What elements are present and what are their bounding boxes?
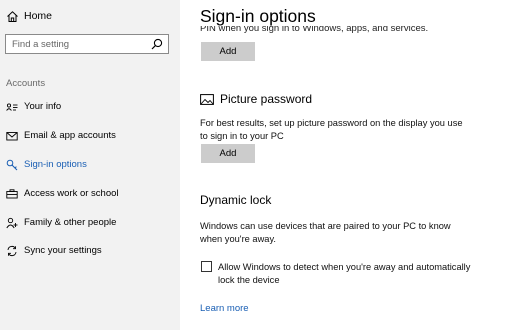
- sidebar-item-access-work-school[interactable]: Access work or school: [0, 184, 180, 206]
- pin-description-clipped: PIN when you sign in to Windows, apps, a…: [200, 26, 429, 34]
- person-card-icon: [6, 103, 18, 111]
- picture-password-heading: Picture password: [220, 92, 313, 106]
- picture-password-add-button[interactable]: Add: [201, 144, 255, 163]
- picture-password-description: For best results, set up picture passwor…: [200, 118, 463, 141]
- sidebar-item-label: Sync your settings: [24, 245, 102, 256]
- sidebar-item-sign-in-options[interactable]: Sign-in options: [0, 155, 180, 177]
- home-link[interactable]: Home: [0, 7, 180, 27]
- sidebar-item-sync-settings[interactable]: Sync your settings: [0, 241, 180, 263]
- page-title: Sign-in options: [200, 6, 316, 26]
- key-icon: [6, 159, 18, 171]
- home-icon: [7, 11, 18, 22]
- search-input[interactable]: [12, 37, 142, 51]
- person-add-icon: [6, 217, 18, 229]
- email-icon: [6, 132, 18, 141]
- dynamic-lock-checkbox-label[interactable]: Allow Windows to detect when you're away…: [218, 261, 488, 286]
- sidebar-item-label: Sign-in options: [24, 159, 87, 170]
- accounts-section-heading: Accounts: [6, 78, 46, 89]
- dynamic-lock-description: Windows can use devices that are paired …: [200, 221, 451, 244]
- dynamic-lock-heading: Dynamic lock: [200, 193, 272, 207]
- dynamic-lock-checkbox[interactable]: [201, 261, 212, 272]
- home-label: Home: [24, 10, 53, 22]
- sidebar-item-your-info[interactable]: Your info: [0, 97, 180, 119]
- sidebar-item-family-other-people[interactable]: Family & other people: [0, 213, 180, 235]
- pin-add-button[interactable]: Add: [201, 42, 255, 61]
- learn-more-link[interactable]: Learn more: [200, 303, 249, 314]
- sidebar-item-label: Access work or school: [24, 188, 119, 199]
- sidebar: Home Accounts Your info Email & app acco…: [0, 0, 180, 330]
- sidebar-item-label: Email & app accounts: [24, 130, 116, 141]
- briefcase-icon: [6, 189, 18, 199]
- search-box[interactable]: [5, 34, 169, 54]
- sidebar-item-email-app-accounts[interactable]: Email & app accounts: [0, 126, 180, 148]
- picture-icon: [200, 94, 214, 105]
- sidebar-item-label: Family & other people: [24, 217, 117, 228]
- sync-icon: [7, 245, 17, 257]
- sidebar-item-label: Your info: [24, 101, 62, 112]
- search-icon[interactable]: [151, 38, 163, 50]
